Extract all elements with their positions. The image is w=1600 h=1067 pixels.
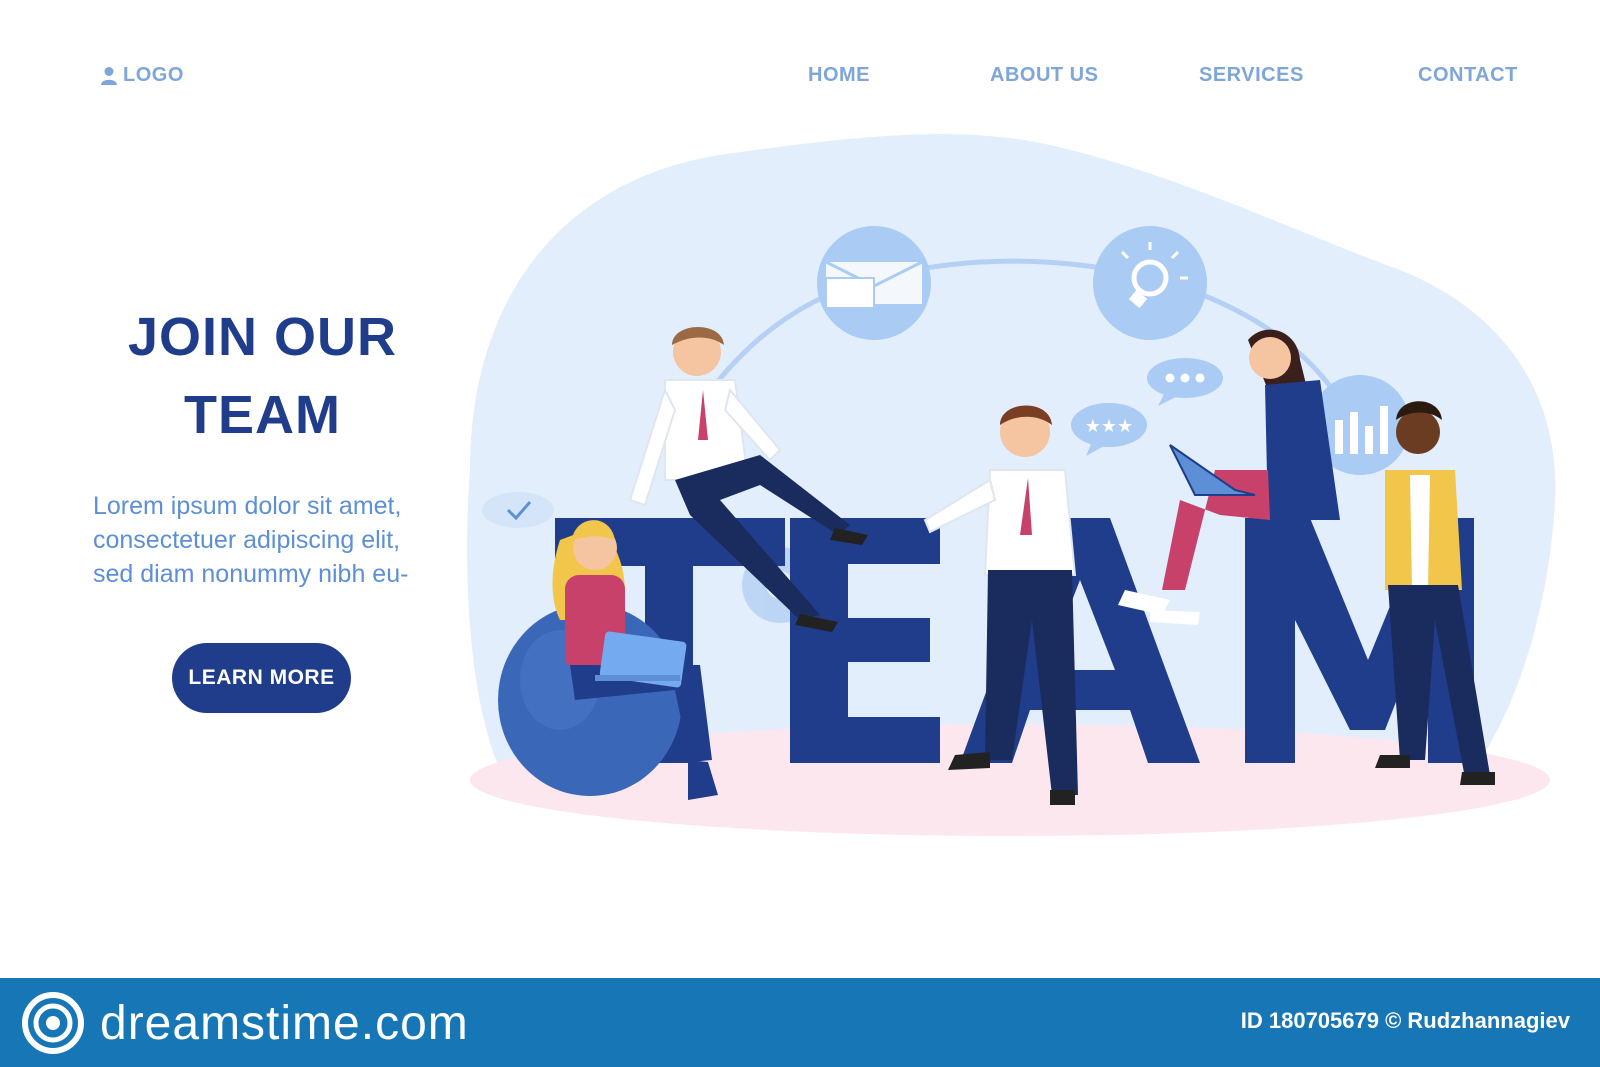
hero-description-line: Lorem ipsum dolor sit amet, <box>93 492 402 520</box>
footer-banner: dreamstime.com ID 180705679 © Rudzhannag… <box>0 978 1600 1067</box>
hero-title: JOIN OUR TEAM <box>90 298 435 454</box>
learn-more-button[interactable]: LEARN MORE <box>172 643 351 713</box>
image-credit: ID 180705679 © Rudzhannagiev <box>1240 1008 1570 1033</box>
hero-description-line: consectetuer adipiscing elit, <box>93 526 401 554</box>
hero-title-line: TEAM <box>184 385 341 445</box>
hero-description: Lorem ipsum dolor sit amet, consectetuer… <box>93 489 453 591</box>
lightbulb-icon <box>1093 226 1207 340</box>
footer-brand: dreamstime.com <box>100 996 469 1050</box>
hero-description-line: sed diam nonummy nibh eu- <box>93 560 409 588</box>
svg-text:★★★: ★★★ <box>1085 416 1133 437</box>
hero-title-line: JOIN OUR <box>127 307 398 367</box>
footer-logo[interactable]: dreamstime.com <box>22 992 469 1054</box>
spiral-logo-icon <box>22 992 84 1054</box>
checkmark-icon <box>482 492 554 528</box>
envelope-icon <box>817 226 931 340</box>
